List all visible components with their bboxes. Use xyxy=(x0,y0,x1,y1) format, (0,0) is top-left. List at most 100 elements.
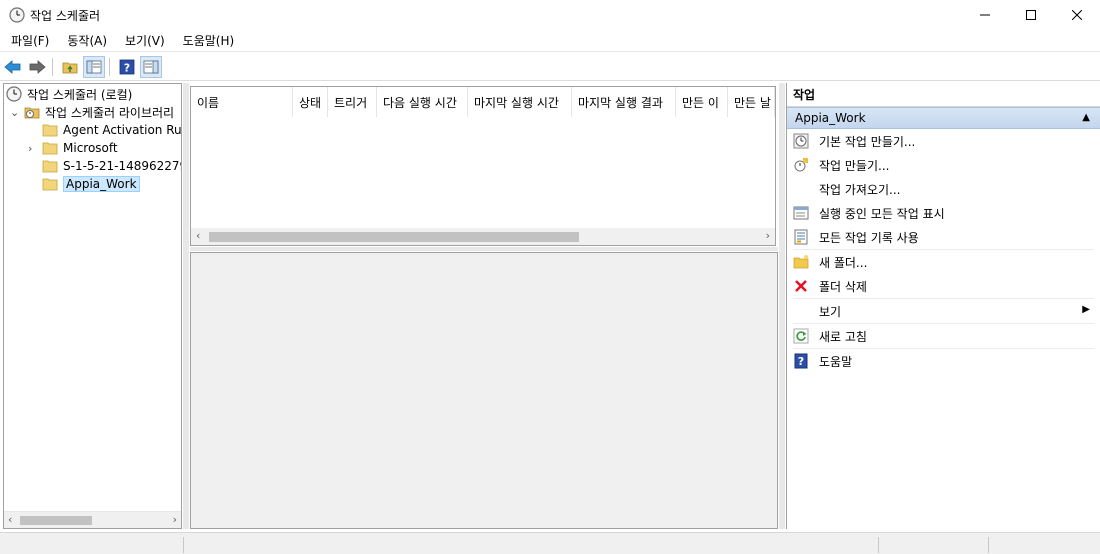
tree-item-appia-work[interactable]: Appia_Work xyxy=(42,175,140,193)
chevron-down-icon[interactable]: ⌄ xyxy=(10,106,20,119)
menu-bar: 파일(F) 동작(A) 보기(V) 도움말(H) xyxy=(0,30,1100,52)
tree-item-library[interactable]: ⌄ 작업 스케줄러 라이브러리 xyxy=(10,103,174,121)
actions-section-appia-work[interactable]: Appia_Work ▲ xyxy=(787,107,1100,129)
show-hide-console-tree-button[interactable] xyxy=(83,55,105,78)
action-label: 작업 가져오기... xyxy=(819,182,901,197)
action-create-task[interactable]: 작업 만들기... xyxy=(787,153,1100,177)
scroll-right-arrow-icon[interactable]: › xyxy=(766,229,770,242)
column-header-created[interactable]: 만든 날 xyxy=(728,87,775,117)
help-icon: ? xyxy=(119,59,135,74)
tree-item-label: Microsoft xyxy=(63,141,118,155)
task-preview-pane xyxy=(190,252,778,529)
status-divider xyxy=(988,537,989,553)
action-pane-icon xyxy=(143,60,159,73)
scroll-left-arrow-icon[interactable]: ‹ xyxy=(196,229,200,242)
refresh-icon xyxy=(793,328,809,344)
toolbar-separator xyxy=(109,57,110,76)
action-view[interactable]: 보기 ▶ xyxy=(787,299,1100,323)
forward-button[interactable] xyxy=(26,56,48,78)
column-header-last-run[interactable]: 마지막 실행 시간 xyxy=(468,87,572,117)
library-folder-clock-icon xyxy=(24,107,40,119)
menu-file[interactable]: 파일(F) xyxy=(0,32,56,49)
action-import-task[interactable]: 작업 가져오기... xyxy=(787,177,1100,201)
column-header-status[interactable]: 상태 xyxy=(293,87,328,117)
tree-root-label: 작업 스케줄러 (로컬) xyxy=(27,87,133,102)
column-header-name[interactable]: 이름 xyxy=(191,87,293,117)
right-splitter[interactable] xyxy=(779,83,785,529)
task-list-pane[interactable]: 이름 상태 트리거 다음 실행 시간 마지막 실행 시간 마지막 실행 결과 만… xyxy=(190,86,776,246)
tree-item-library-label: 작업 스케줄러 라이브러리 xyxy=(45,105,175,120)
folder-icon xyxy=(42,124,58,137)
folder-icon xyxy=(42,142,58,155)
column-header-author[interactable]: 만든 이 xyxy=(676,87,728,117)
tree-item-label: Agent Activation Runtime xyxy=(63,123,182,137)
column-header-next-run[interactable]: 다음 실행 시간 xyxy=(377,87,468,117)
close-button[interactable] xyxy=(1054,0,1100,30)
task-list-horizontal-scrollbar[interactable]: ‹ › xyxy=(191,228,775,245)
up-folder-button[interactable] xyxy=(59,56,81,78)
tree-item-agent-activation[interactable]: Agent Activation Runtime xyxy=(42,121,182,139)
view-blank-icon xyxy=(793,303,809,319)
column-header-trigger[interactable]: 트리거 xyxy=(328,87,377,117)
action-label: 기본 작업 만들기... xyxy=(819,134,916,149)
scroll-right-arrow-icon[interactable]: › xyxy=(173,513,177,526)
status-bar xyxy=(0,532,1100,554)
center-splitter[interactable] xyxy=(190,247,778,251)
scrollbar-thumb[interactable] xyxy=(209,232,579,242)
menu-action[interactable]: 동작(A) xyxy=(56,32,114,49)
column-header-last-result[interactable]: 마지막 실행 결과 xyxy=(572,87,676,117)
maximize-icon xyxy=(1026,10,1036,20)
title-bar: 작업 스케줄러 xyxy=(0,0,1100,30)
svg-text:?: ? xyxy=(798,355,804,368)
console-tree-icon xyxy=(86,60,102,73)
status-divider xyxy=(183,537,184,553)
action-display-running-tasks[interactable]: 실행 중인 모든 작업 표시 xyxy=(787,201,1100,225)
scrollbar-thumb[interactable] xyxy=(20,516,92,525)
action-help[interactable]: ? 도움말 xyxy=(787,349,1100,373)
folder-icon xyxy=(42,160,58,173)
tree-item-label-selected: Appia_Work xyxy=(63,176,140,192)
action-enable-task-history[interactable]: 모든 작업 기록 사용 xyxy=(787,225,1100,249)
action-label: 새로 고침 xyxy=(819,329,867,344)
running-tasks-icon xyxy=(793,205,809,221)
action-refresh[interactable]: 새로 고침 xyxy=(787,324,1100,348)
action-create-basic-task[interactable]: 기본 작업 만들기... xyxy=(787,129,1100,153)
svg-text:?: ? xyxy=(124,61,130,74)
console-tree-pane[interactable]: 작업 스케줄러 (로컬) ⌄ 작업 스케줄러 라이브러리 Agent Activ… xyxy=(3,83,182,529)
tree-item-sid[interactable]: S-1-5-21-1489622799 xyxy=(42,157,182,175)
task-scheduler-clock-icon xyxy=(9,7,25,23)
collapse-up-icon[interactable]: ▲ xyxy=(1082,112,1090,123)
scroll-left-arrow-icon[interactable]: ‹ xyxy=(8,513,12,526)
maximize-button[interactable] xyxy=(1008,0,1054,30)
window-title: 작업 스케줄러 xyxy=(30,8,101,23)
action-new-folder[interactable]: 새 폴더... xyxy=(787,250,1100,274)
close-icon xyxy=(1072,10,1082,20)
clock-icon xyxy=(6,86,22,102)
menu-view[interactable]: 보기(V) xyxy=(114,32,172,49)
action-label: 폴더 삭제 xyxy=(819,279,867,294)
create-task-icon xyxy=(793,157,809,173)
action-label: 보기 xyxy=(819,304,842,319)
new-folder-icon xyxy=(793,254,809,270)
toolbar-separator xyxy=(52,57,53,76)
action-label: 모든 작업 기록 사용 xyxy=(819,230,919,245)
action-label: 작업 만들기... xyxy=(819,158,890,173)
show-hide-action-pane-button[interactable] xyxy=(140,55,162,78)
back-button[interactable] xyxy=(2,56,24,78)
actions-header: 작업 xyxy=(787,83,1100,107)
status-divider xyxy=(878,537,879,553)
minimize-button[interactable] xyxy=(962,0,1008,30)
tree-item-label: S-1-5-21-1489622799 xyxy=(63,159,182,173)
tree-item-microsoft[interactable]: › Microsoft xyxy=(28,139,118,157)
menu-help[interactable]: 도움말(H) xyxy=(172,32,242,49)
toolbar: ? xyxy=(0,53,1100,81)
back-arrow-icon xyxy=(4,59,21,74)
tree-root[interactable]: 작업 스케줄러 (로컬) xyxy=(6,85,132,103)
left-splitter[interactable] xyxy=(183,83,189,529)
import-task-blank-icon xyxy=(793,181,809,197)
action-delete-folder[interactable]: 폴더 삭제 xyxy=(787,274,1100,298)
chevron-right-icon[interactable]: › xyxy=(28,142,38,155)
help-toolbar-button[interactable]: ? xyxy=(116,56,138,78)
action-label: 새 폴더... xyxy=(819,255,868,270)
tree-horizontal-scrollbar[interactable]: ‹ › xyxy=(4,511,181,528)
